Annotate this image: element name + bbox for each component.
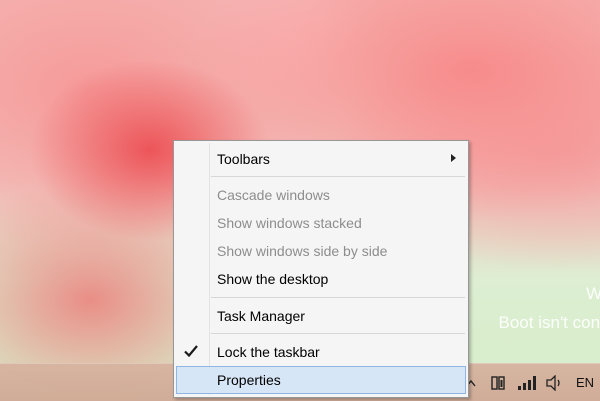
menu-item-toolbars[interactable]: Toolbars xyxy=(176,145,466,173)
language-indicator[interactable]: EN xyxy=(576,375,594,390)
menu-item-show-the-desktop[interactable]: Show the desktop xyxy=(176,265,466,293)
menu-item-task-manager[interactable]: Task Manager xyxy=(176,302,466,330)
menu-item-label: Properties xyxy=(217,372,281,388)
menu-item-label: Task Manager xyxy=(217,308,305,324)
menu-item-lock-the-taskbar[interactable]: Lock the taskbar xyxy=(176,338,466,366)
action-center-flag-icon[interactable] xyxy=(488,372,510,394)
menu-separator xyxy=(211,333,465,334)
checkmark-icon xyxy=(184,345,198,358)
menu-item-label: Toolbars xyxy=(217,151,270,167)
desktop-watermark-line1: Wi xyxy=(586,284,600,303)
menu-item-label: Show windows stacked xyxy=(217,215,362,231)
taskbar-context-menu: Toolbars Cascade windows Show windows st… xyxy=(173,140,469,398)
menu-item-show-windows-stacked: Show windows stacked xyxy=(176,209,466,237)
desktop-watermark-line2: Boot isn't config xyxy=(498,313,600,332)
menu-item-label: Show windows side by side xyxy=(217,243,388,259)
menu-item-properties[interactable]: Properties xyxy=(176,366,466,394)
menu-separator xyxy=(211,176,465,177)
menu-item-label: Show the desktop xyxy=(217,271,329,287)
menu-item-label: Cascade windows xyxy=(217,187,330,203)
menu-item-label: Lock the taskbar xyxy=(217,344,320,360)
menu-item-show-windows-side-by-side: Show windows side by side xyxy=(176,237,466,265)
network-signal-icon[interactable] xyxy=(516,372,538,394)
volume-icon[interactable] xyxy=(544,372,566,394)
menu-item-cascade-windows: Cascade windows xyxy=(176,181,466,209)
submenu-arrow-icon xyxy=(451,154,456,162)
menu-separator xyxy=(211,297,465,298)
system-tray: EN xyxy=(454,364,600,401)
